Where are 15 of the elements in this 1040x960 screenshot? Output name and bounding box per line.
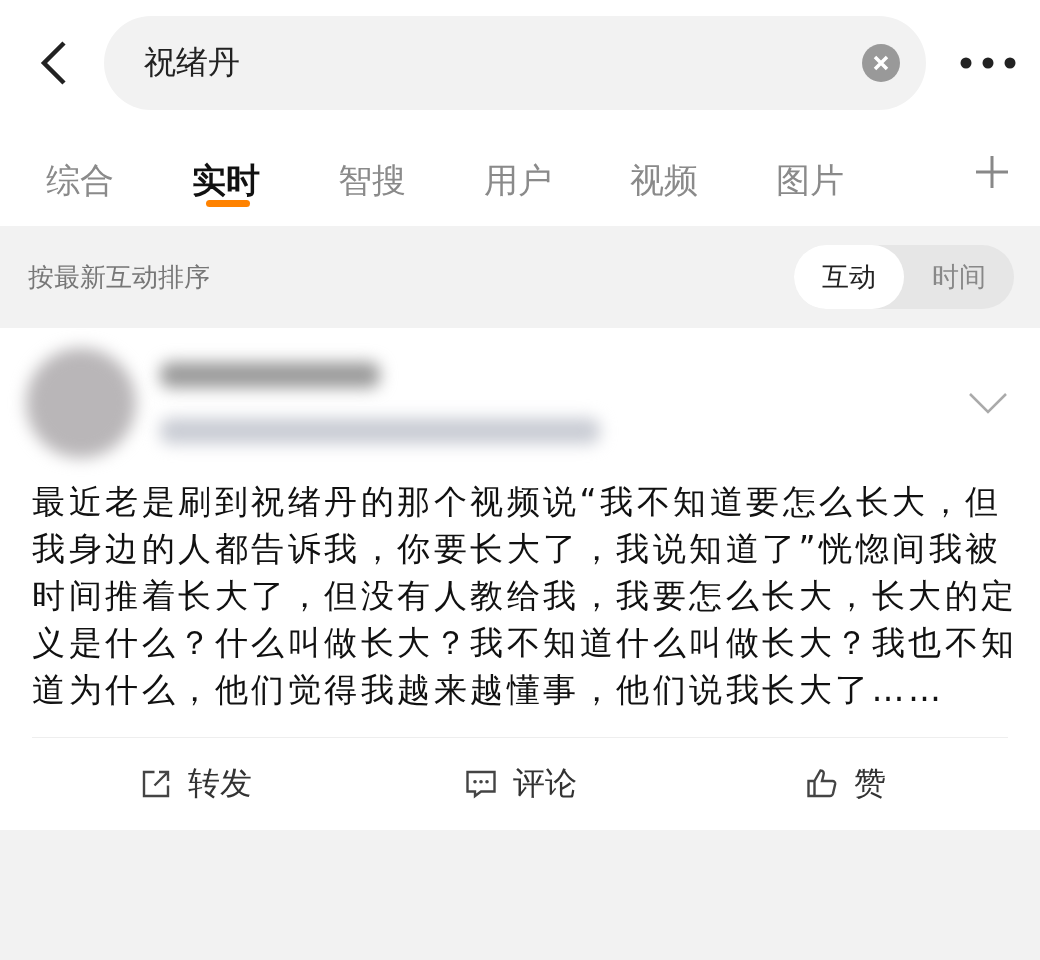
avatar[interactable] xyxy=(26,348,136,458)
post-action[interactable]: 转发 xyxy=(32,761,358,807)
plus-icon[interactable] xyxy=(974,154,1010,190)
post-action[interactable]: 赞 xyxy=(682,761,1008,807)
chevron-down-icon[interactable] xyxy=(968,392,1008,414)
post-action[interactable]: 评论 xyxy=(357,761,683,807)
more-icon[interactable] xyxy=(960,56,1016,70)
tab-indicator xyxy=(206,200,250,207)
search-query: 祝绪丹 xyxy=(144,42,241,83)
clear-icon[interactable] xyxy=(862,44,900,82)
post-text: 最近老是刷到祝绪丹的那个视频说“我不知道要怎么长大，但我身边的人都告诉我，你要长大了，我说知道了”恍惚间我被时间推着长大了，但没有人教给我，我要怎么长大，长大的定义是什么？什么叫做长大？我不知道什么叫做长大？我也不知道为什么，他们觉得我越来越懂事，他们说我长大了…… xyxy=(32,481,1019,711)
tab[interactable]: 实时 xyxy=(192,126,338,214)
sort-option[interactable]: 互动 xyxy=(794,245,904,309)
search-field[interactable]: 祝绪丹 xyxy=(104,16,926,110)
sort-label: 按最新互动排序 xyxy=(28,260,210,294)
